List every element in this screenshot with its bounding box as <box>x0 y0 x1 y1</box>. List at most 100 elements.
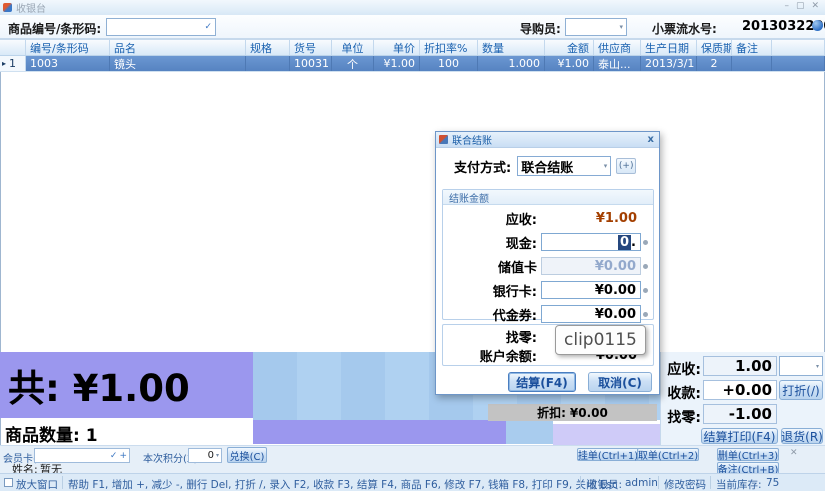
qty-value: 1 <box>86 426 98 446</box>
spinner-icon[interactable] <box>643 240 648 245</box>
refresh-icon[interactable] <box>812 20 823 31</box>
received-label: 收款: <box>661 383 701 403</box>
dialog-close-icon[interactable]: x <box>648 134 654 145</box>
payment-method-combo[interactable]: 联合结账 ▾ <box>517 156 611 176</box>
cell-itemno[interactable]: 10031 <box>290 56 332 71</box>
voucher-label: 代金券: <box>443 305 537 324</box>
stock-label: 当前库存: <box>716 477 762 491</box>
cell-shelf-life[interactable]: 2 <box>697 56 732 71</box>
cell-spec[interactable] <box>246 56 290 71</box>
bank-card-row: 银行卡: ¥0.00 <box>443 279 653 301</box>
dialog-icon <box>439 135 448 144</box>
cashier-value: admin <box>625 477 658 489</box>
product-code-input[interactable]: ✓ <box>106 18 216 36</box>
guide-combo[interactable]: ▾ <box>565 18 627 36</box>
col-name[interactable]: 品名 <box>110 40 246 55</box>
minimize-icon[interactable]: – <box>784 1 789 11</box>
received-input[interactable]: +0.00 <box>703 380 777 400</box>
title-bar: 收银台 – ▢ ✕ <box>0 0 825 15</box>
cell-amount[interactable]: ¥1.00 <box>545 56 594 71</box>
cell-qty[interactable]: 1.000 <box>478 56 545 71</box>
window-title: 收银台 <box>16 0 46 15</box>
points-value: 0 <box>208 450 214 461</box>
col-spec[interactable]: 规格 <box>246 40 290 55</box>
col-supplier[interactable]: 供应商 <box>594 40 641 55</box>
cell-discount-rate[interactable]: 100 <box>420 56 478 71</box>
col-unit[interactable]: 单位 <box>332 40 374 55</box>
zoom-window-checkbox[interactable] <box>4 478 13 487</box>
payment-method-label: 支付方式: <box>454 157 511 176</box>
spinner-icon[interactable] <box>643 312 648 317</box>
cell-code[interactable]: 1003 <box>26 56 110 71</box>
delete-order-button[interactable]: 删单(Ctrl+3) <box>717 448 779 461</box>
col-filler <box>772 40 825 55</box>
combo-check-icon[interactable]: ✓ <box>110 451 118 461</box>
table-header: 编号/条形码 品名 规格 货号 单位 单价 折扣率% 数量 金额 供应商 生产日… <box>0 39 825 56</box>
col-amount[interactable]: 金额 <box>545 40 594 55</box>
points-input[interactable]: 0 ▾ <box>188 448 222 463</box>
receivable-row: 应收: ¥1.00 <box>443 207 653 229</box>
chevron-down-icon[interactable]: ▾ <box>816 363 819 370</box>
col-code[interactable]: 编号/条形码 <box>26 40 110 55</box>
table-row[interactable]: ▸ 1 1003 镜头 10031 个 ¥1.00 100 1.000 ¥1.0… <box>0 56 825 72</box>
panel-close-icon[interactable]: ✕ <box>790 448 798 458</box>
discount-value: ¥0.00 <box>570 406 608 420</box>
cancel-button[interactable]: 取消(C) <box>588 372 652 392</box>
blue-strip <box>506 420 553 444</box>
redeem-button[interactable]: 兑换(C) <box>227 447 267 463</box>
voucher-input[interactable]: ¥0.00 <box>541 305 641 323</box>
total-value: ¥1.00 <box>73 367 190 410</box>
col-discount-rate[interactable]: 折扣率% <box>420 40 478 55</box>
payment-method-value: 联合结账 <box>521 157 573 176</box>
guide-label: 导购员: <box>520 20 561 37</box>
stored-card-input: ¥0.00 <box>541 257 641 275</box>
cell-supplier[interactable]: 泰山... <box>594 56 641 71</box>
bank-card-input[interactable]: ¥0.00 <box>541 281 641 299</box>
add-payment-button[interactable]: (+) <box>616 158 636 174</box>
dlg-receivable-value: ¥1.00 <box>541 209 641 227</box>
cell-remark[interactable] <box>732 56 772 71</box>
payment-type-combo[interactable]: ▾ <box>779 356 823 376</box>
hold-order-button[interactable]: 挂单(Ctrl+1) <box>577 448 639 461</box>
col-remark[interactable]: 备注 <box>732 40 772 55</box>
cash-rest-text: . <box>631 235 636 250</box>
cell-prod-date[interactable]: 2013/3/1 <box>641 56 697 71</box>
col-itemno[interactable]: 货号 <box>290 40 332 55</box>
qty-label: 商品数量: <box>5 426 80 446</box>
hotkey-help-text: 帮助 F1, 增加 +, 减少 -, 删行 Del, 打折 /, 录入 F2, … <box>68 477 618 491</box>
cell-unit[interactable]: 个 <box>332 56 374 71</box>
stored-card-label: 储值卡 <box>443 257 537 276</box>
chevron-down-icon[interactable]: ▾ <box>619 23 623 31</box>
checkout-panel: 应收: 1.00 ▾ 收款: +0.00 打折(/) 找零: -1.00 结算打… <box>660 352 825 445</box>
member-bar: 会员卡(Z): ✓ + 本次积分(X): 0 ▾ 兑换(C) 姓名: 暂无 挂单… <box>0 445 825 473</box>
discount-button[interactable]: 打折(/) <box>779 380 823 400</box>
refund-button[interactable]: 退货(R) <box>781 428 823 444</box>
dialog-title-bar[interactable]: 联合结账 x <box>436 132 659 148</box>
settle-button[interactable]: 结算(F4) <box>508 372 576 392</box>
col-qty[interactable]: 数量 <box>478 40 545 55</box>
status-bar: 放大窗口 帮助 F1, 增加 +, 减少 -, 删行 Del, 打折 /, 录入… <box>0 473 825 491</box>
retrieve-order-button[interactable]: 取单(Ctrl+2) <box>637 448 699 461</box>
settle-print-button[interactable]: 结算打印(F4) <box>701 428 778 444</box>
cashier-label: 收银员: <box>587 477 622 491</box>
spinner-icon[interactable] <box>643 288 648 293</box>
cell-price[interactable]: ¥1.00 <box>374 56 420 71</box>
row-marker-icon: ▸ <box>2 59 6 68</box>
col-shelf-life[interactable]: 保质期 <box>697 40 732 55</box>
col-price[interactable]: 单价 <box>374 40 420 55</box>
combo-check-icon[interactable]: ✓ <box>204 22 212 32</box>
receipt-no-label: 小票流水号: <box>652 20 717 37</box>
cash-input[interactable]: 0. <box>541 233 641 251</box>
chevron-down-icon[interactable]: ▾ <box>216 452 219 459</box>
col-prod-date[interactable]: 生产日期 <box>641 40 697 55</box>
change-password-link[interactable]: 修改密码 <box>664 477 706 491</box>
cell-name[interactable]: 镜头 <box>110 56 246 71</box>
change-input: -1.00 <box>703 404 777 424</box>
receivable-label: 应收: <box>661 359 701 379</box>
restore-icon[interactable]: ▢ <box>796 1 805 11</box>
plus-icon[interactable]: + <box>119 451 127 461</box>
close-icon[interactable]: ✕ <box>811 1 819 11</box>
settlement-dialog: 联合结账 x 支付方式: 联合结账 ▾ (+) 结账金额 应收: ¥1.00 现… <box>435 131 660 395</box>
chevron-down-icon[interactable]: ▾ <box>604 162 608 170</box>
cash-label: 现金: <box>443 233 537 252</box>
